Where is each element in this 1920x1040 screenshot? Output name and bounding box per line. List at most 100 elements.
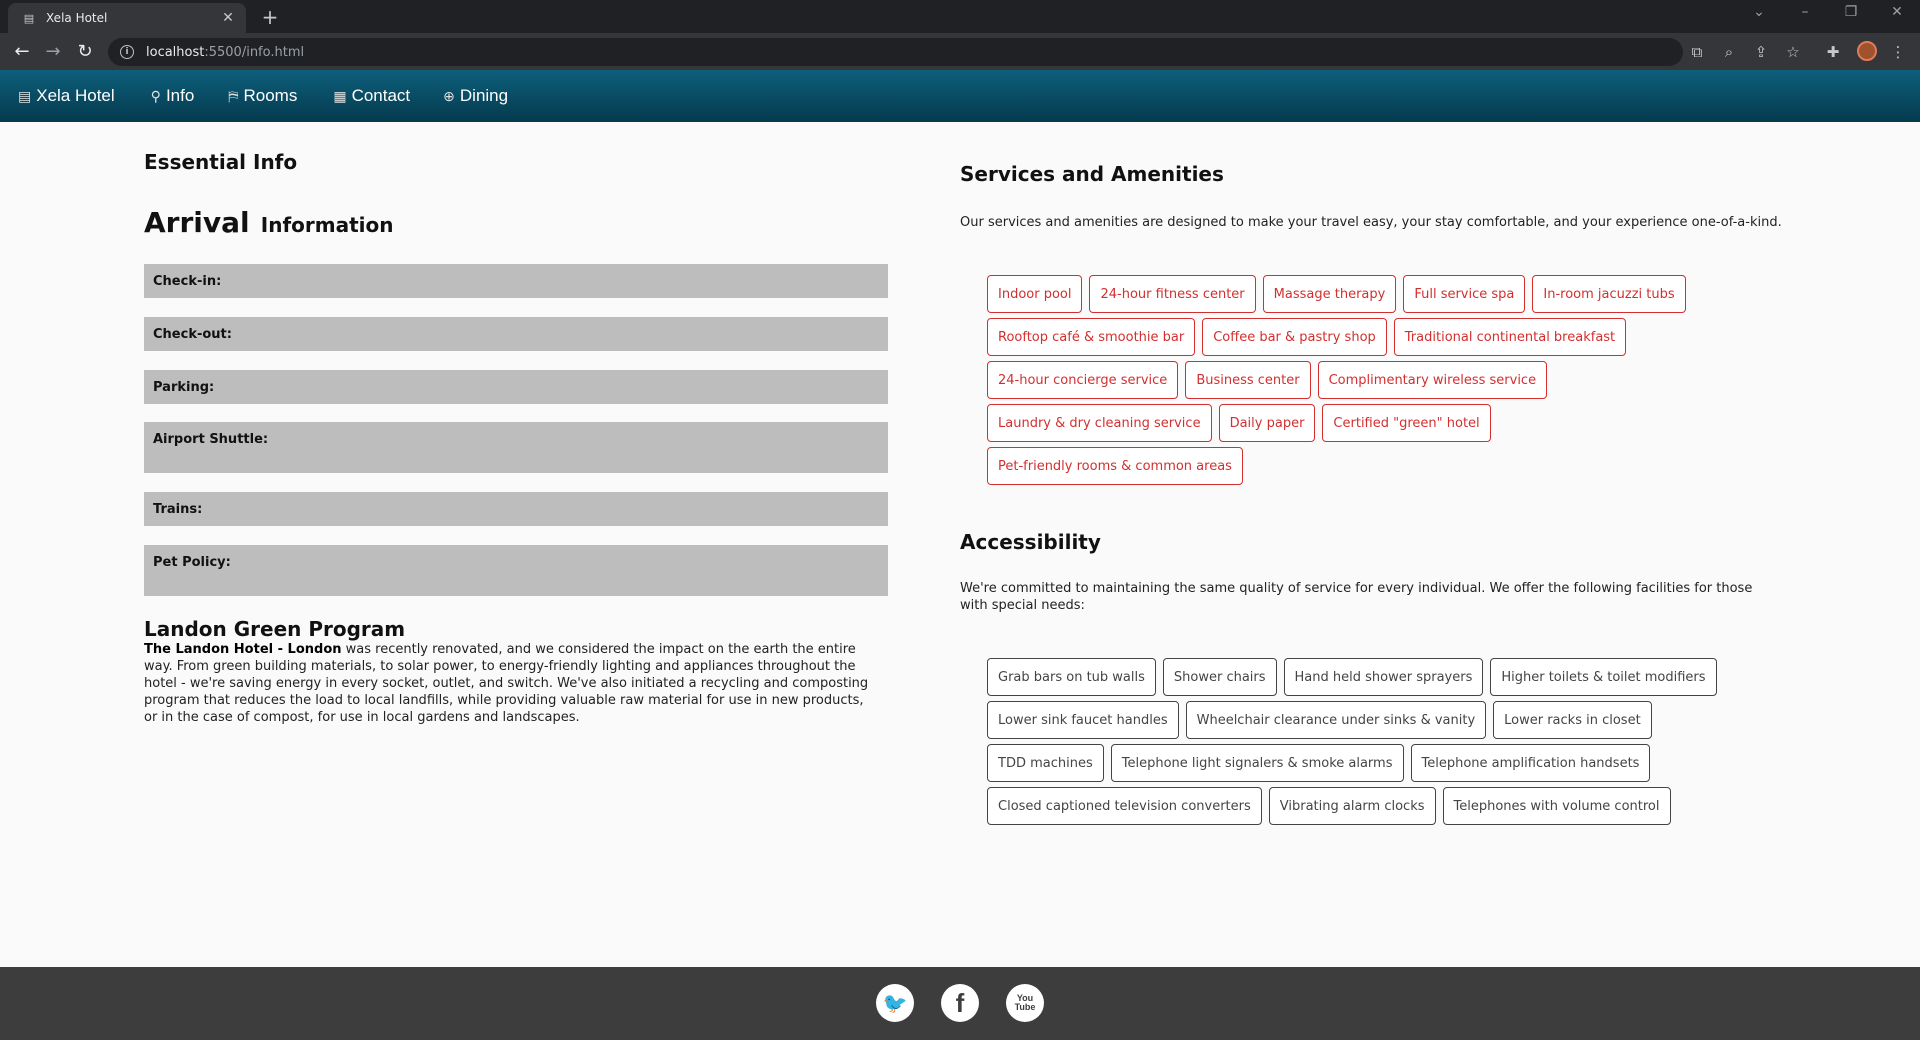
accessibility-tag: Lower sink faucet handles [987, 701, 1179, 739]
service-tag: Massage therapy [1262, 275, 1397, 313]
nav-item-contact[interactable]: ▦ Contact [333, 86, 410, 106]
service-tag: Business center [1185, 361, 1311, 399]
site-info-icon[interactable]: i [120, 45, 134, 59]
reload-icon[interactable]: ↻ [73, 40, 97, 64]
essential-info-heading: Essential Info [144, 150, 298, 174]
service-tag: In-room jacuzzi tubs [1532, 275, 1686, 313]
close-window-icon[interactable]: ✕ [1882, 4, 1912, 20]
dining-icon: ⊕ [443, 87, 455, 104]
arrival-heading-small: Information [260, 213, 394, 237]
accessibility-tag: Hand held shower sprayers [1283, 658, 1484, 696]
services-heading: Services and Amenities [960, 162, 1224, 186]
nav-item-label: Dining [459, 86, 509, 105]
service-tag: Full service spa [1403, 275, 1526, 313]
restore-icon[interactable]: ❐ [1836, 4, 1866, 20]
services-tag-row: Pet-friendly rooms & common areas [987, 447, 1777, 490]
info-row-trains: Trains: [144, 492, 888, 526]
accessibility-tag: Telephone light signalers & smoke alarms [1110, 744, 1404, 782]
menu-icon[interactable]: ⋮ [1888, 42, 1908, 62]
site-navbar: ▤ Xela Hotel ⚲ Info ⛿ Rooms ▦ Contact ⊕ … [0, 70, 1920, 122]
minimize-icon[interactable]: – [1790, 4, 1820, 20]
service-tag: Certified "green" hotel [1322, 404, 1491, 442]
service-tag: Pet-friendly rooms & common areas [987, 447, 1243, 485]
browser-toolbar: ← → ↻ i localhost:5500/info.html ⧉ ⌕ ⇪ ☆… [0, 33, 1920, 70]
service-tag: 24-hour concierge service [987, 361, 1179, 399]
twitter-icon[interactable]: 🐦 [876, 984, 914, 1022]
accessibility-tag: Higher toilets & toilet modifiers [1490, 658, 1717, 696]
service-tag: Complimentary wireless service [1317, 361, 1548, 399]
accessibility-tag: Shower chairs [1162, 658, 1277, 696]
accessibility-tag-row: TDD machines Telephone light signalers & … [987, 744, 1777, 787]
info-row-parking: Parking: [144, 370, 888, 404]
accessibility-tag: Vibrating alarm clocks [1268, 787, 1436, 825]
back-arrow-icon[interactable]: ← [10, 40, 34, 64]
services-tag-row: Indoor pool 24-hour fitness center Massage… [987, 275, 1777, 318]
browser-tabbar: ▤ Xela Hotel ✕ + ⌄ – ❐ ✕ [0, 0, 1920, 33]
accessibility-tag-row: Grab bars on tub walls Shower chairs Hand … [987, 658, 1777, 701]
service-tag: Daily paper [1218, 404, 1316, 442]
bed-icon: ⛿ [228, 87, 239, 104]
contact-icon: ▦ [333, 87, 347, 104]
accessibility-tag: Telephone amplification handsets [1410, 744, 1651, 782]
address-bar[interactable]: i localhost:5500/info.html [108, 38, 1683, 66]
facebook-icon[interactable]: f [941, 984, 979, 1022]
services-tag-row: 24-hour concierge service Business center… [987, 361, 1777, 404]
accessibility-intro: We're committed to maintaining the same … [960, 581, 1753, 613]
services-intro: Our services and amenities are designed … [960, 215, 1782, 230]
service-tag: Traditional continental breakfast [1393, 318, 1627, 356]
browser-tab[interactable]: ▤ Xela Hotel ✕ [8, 3, 246, 33]
accessibility-heading: Accessibility [960, 530, 1101, 554]
accessibility-tag: TDD machines [987, 744, 1104, 782]
accessibility-tag: Telephones with volume control [1442, 787, 1671, 825]
close-tab-icon[interactable]: ✕ [220, 10, 236, 26]
info-icon: ⚲ [150, 87, 161, 104]
profile-avatar[interactable] [1857, 41, 1877, 61]
info-row-check-out: Check-out: [144, 317, 888, 351]
tab-title: Xela Hotel [46, 11, 108, 25]
service-tag: Indoor pool [987, 275, 1083, 313]
service-tag: Laundry & dry cleaning service [987, 404, 1212, 442]
services-tag-row: Rooftop café & smoothie bar Coffee bar & … [987, 318, 1777, 361]
accessibility-tag-row: Closed captioned television converters Vi… [987, 787, 1777, 830]
nav-item-label: Rooms [243, 86, 298, 105]
hotel-favicon-icon: ▤ [23, 11, 35, 25]
brand-label: Xela Hotel [36, 86, 115, 105]
hotel-icon: ▤ [18, 87, 32, 104]
accessibility-tag-row: Lower sink faucet handles Wheelchair clea… [987, 701, 1777, 744]
services-tag-row: Laundry & dry cleaning service Daily pape… [987, 404, 1777, 447]
service-tag: 24-hour fitness center [1089, 275, 1256, 313]
url-text: localhost:5500/info.html [146, 44, 305, 60]
forward-arrow-icon[interactable]: → [41, 40, 65, 64]
star-icon[interactable]: ☆ [1783, 42, 1803, 62]
accessibility-tag: Lower racks in closet [1493, 701, 1652, 739]
arrival-heading-big: Arrival [144, 206, 250, 239]
nav-item-label: Info [165, 86, 195, 105]
extensions-icon[interactable]: ✚ [1823, 42, 1843, 62]
info-row-check-in: Check-in: [144, 264, 888, 298]
service-tag: Coffee bar & pastry shop [1202, 318, 1387, 356]
accessibility-tag: Grab bars on tub walls [987, 658, 1156, 696]
info-row-airport-shuttle: Airport Shuttle: [144, 422, 888, 473]
nav-item-rooms[interactable]: ⛿ Rooms [228, 86, 297, 106]
nav-item-info[interactable]: ⚲ Info [151, 86, 195, 106]
nav-item-dining[interactable]: ⊕ Dining [443, 86, 508, 106]
tab-search-icon[interactable]: ⌄ [1744, 4, 1774, 20]
nav-item-label: Contact [351, 86, 411, 105]
green-program-text: The Landon Hotel - London was recently r… [144, 641, 879, 726]
services-tags: Indoor pool 24-hour fitness center Massage… [987, 275, 1777, 490]
accessibility-tag: Closed captioned television converters [987, 787, 1262, 825]
main-content: Essential Info Arrival Information Check… [0, 122, 1920, 967]
green-program-hotel-name: The Landon Hotel - London [144, 642, 342, 657]
share-icon[interactable]: ⇪ [1751, 42, 1771, 62]
new-tab-button[interactable]: + [258, 5, 282, 29]
zoom-icon[interactable]: ⌕ [1719, 42, 1739, 62]
nav-brand[interactable]: ▤ Xela Hotel [18, 86, 115, 106]
service-tag: Rooftop café & smoothie bar [987, 318, 1196, 356]
youtube-icon[interactable]: You Tube [1006, 984, 1044, 1022]
green-program-heading: Landon Green Program [144, 617, 406, 641]
translate-icon[interactable]: ⧉ [1687, 42, 1707, 62]
accessibility-tag: Wheelchair clearance under sinks & vanit… [1185, 701, 1487, 739]
arrival-heading: Arrival Information [144, 202, 394, 240]
site-footer: 🐦 f You Tube [0, 967, 1920, 1040]
accessibility-tags: Grab bars on tub walls Shower chairs Hand … [987, 658, 1777, 830]
